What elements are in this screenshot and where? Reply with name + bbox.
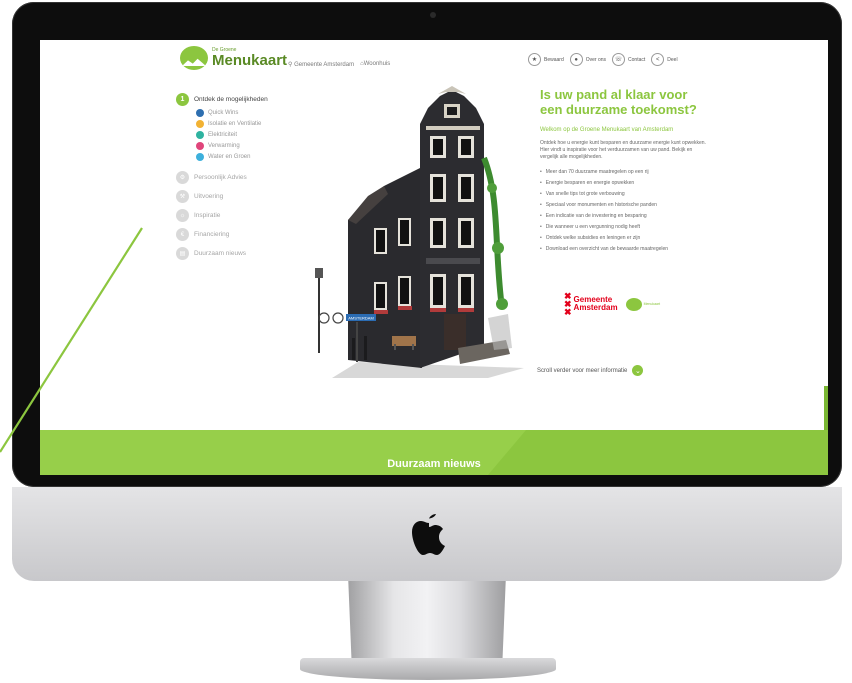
pointer-line: [0, 227, 143, 453]
